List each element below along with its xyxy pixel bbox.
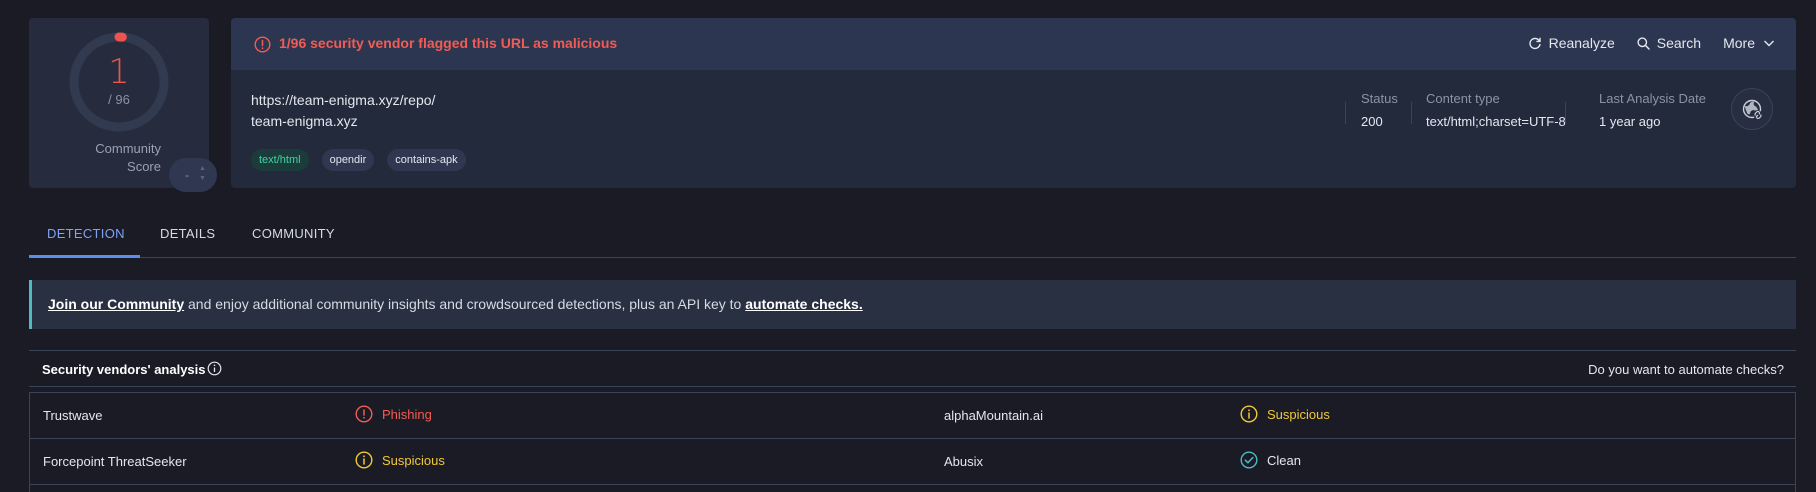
content-type-label: Content type (1426, 91, 1500, 106)
info-circle-icon (1240, 405, 1258, 423)
alert-circle-icon (355, 405, 373, 423)
join-community-link[interactable]: Join our Community (48, 296, 184, 312)
analyzed-domain[interactable]: team-enigma.xyz (251, 113, 358, 129)
vendor-result: Suspicious (1240, 405, 1330, 423)
url-globe-button[interactable] (1731, 88, 1773, 130)
detection-total: / 96 (108, 92, 130, 107)
community-score-vote[interactable]: - ▲ ▼ (169, 158, 217, 192)
community-score-label: Community Score (95, 141, 161, 174)
content-type-value: text/html;charset=UTF-8 (1426, 114, 1566, 129)
detection-score-card: 1 / 96 Community Score - ▲ ▼ (29, 18, 217, 192)
community-banner-text: Join our Community and enjoy additional … (48, 296, 863, 312)
result-label: Clean (1267, 452, 1301, 468)
malicious-alert-bar: 1/96 security vendor flagged this URL as… (231, 18, 1796, 70)
tag-text-html[interactable]: text/html (251, 149, 309, 171)
vendors-title: Security vendors' analysis (42, 362, 206, 377)
vendor-name: Trustwave (43, 408, 103, 423)
detection-count: 1 (108, 52, 130, 92)
status-meta: Status 200 (1361, 91, 1398, 129)
analyzed-url[interactable]: https://team-enigma.xyz/repo/ (251, 92, 435, 108)
tab-detection[interactable]: DETECTION (47, 226, 125, 241)
vendor-result: Phishing (355, 405, 432, 423)
result-label: Suspicious (382, 452, 445, 468)
content-type-meta: Content type text/html;charset=UTF-8 (1426, 91, 1566, 129)
more-dropdown[interactable]: More (1723, 35, 1776, 51)
last-analysis-label: Last Analysis Date (1599, 91, 1706, 106)
banner-middle-text: and enjoy additional community insights … (184, 296, 746, 312)
community-banner: Join our Community and enjoy additional … (29, 280, 1796, 329)
automate-checks-link[interactable]: automate checks. (745, 296, 863, 312)
search-button[interactable]: Search (1637, 35, 1701, 51)
vendor-name: Forcepoint ThreatSeeker (43, 454, 187, 469)
meta-divider (1565, 102, 1566, 124)
tag-list: text/html opendir contains-apk (251, 149, 466, 171)
tab-details[interactable]: DETAILS (160, 226, 215, 241)
tag-opendir[interactable]: opendir (321, 149, 375, 171)
result-label: Phishing (382, 406, 432, 422)
vendor-result: Suspicious (355, 451, 445, 469)
info-icon[interactable] (207, 361, 222, 376)
vendors-table: Trustwave Phishing alphaMountain.ai Susp… (29, 392, 1796, 492)
globe-link-icon (1742, 99, 1763, 120)
status-label: Status (1361, 91, 1398, 106)
result-label: Suspicious (1267, 406, 1330, 422)
alert-circle-icon (254, 36, 271, 53)
vendor-result: Clean (1240, 451, 1301, 469)
automate-checks-prompt[interactable]: Do you want to automate checks? (1588, 362, 1784, 377)
reanalyze-button[interactable]: Reanalyze (1528, 35, 1615, 51)
vendors-header: Security vendors' analysis Do you want t… (29, 350, 1796, 387)
info-circle-icon (355, 451, 373, 469)
meta-divider (1411, 102, 1412, 124)
more-label: More (1723, 35, 1755, 51)
tag-contains-apk[interactable]: contains-apk (387, 149, 466, 171)
alert-text: 1/96 security vendor flagged this URL as… (279, 35, 618, 51)
chevron-down-icon (1764, 40, 1774, 47)
table-row: Trustwave Phishing alphaMountain.ai Susp… (30, 393, 1795, 439)
search-icon (1637, 36, 1650, 50)
vendor-name: Abusix (944, 454, 984, 469)
active-tab-indicator (29, 255, 140, 258)
report-tabs: DETECTION DETAILS COMMUNITY (29, 210, 1796, 258)
url-info-panel: 1/96 security vendor flagged this URL as… (231, 18, 1796, 188)
check-circle-icon (1240, 451, 1258, 469)
community-score-value: - (185, 168, 189, 182)
search-label: Search (1656, 35, 1702, 51)
refresh-icon (1528, 37, 1541, 50)
meta-divider (1345, 102, 1346, 124)
last-analysis-meta: Last Analysis Date 1 year ago (1599, 91, 1706, 129)
last-analysis-value: 1 year ago (1599, 114, 1661, 129)
tab-community[interactable]: COMMUNITY (252, 226, 335, 241)
table-row: Forcepoint ThreatSeeker Suspicious Abusi… (30, 439, 1795, 485)
status-value: 200 (1361, 114, 1383, 129)
vendor-name: alphaMountain.ai (944, 408, 1044, 423)
vote-arrows-icon: ▲ ▼ (199, 165, 206, 182)
reanalyze-label: Reanalyze (1548, 35, 1615, 51)
